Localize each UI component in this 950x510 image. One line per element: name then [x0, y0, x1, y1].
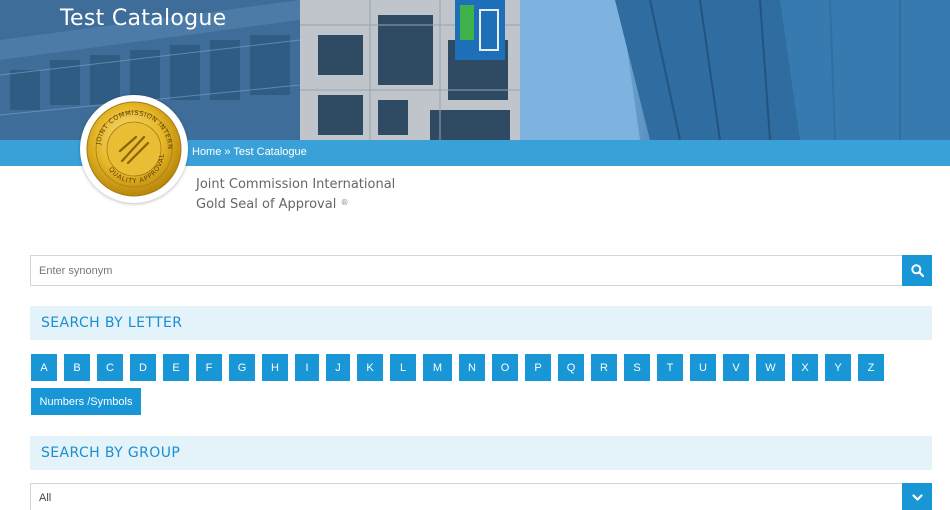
- letter-button-b[interactable]: B: [64, 354, 90, 381]
- search-icon: [910, 264, 924, 277]
- letter-button-x[interactable]: X: [792, 354, 818, 381]
- letter-button-m[interactable]: M: [423, 354, 452, 381]
- accreditation-text: Joint Commission International Gold Seal…: [196, 175, 395, 215]
- letter-button-s[interactable]: S: [624, 354, 650, 381]
- letter-button-o[interactable]: O: [492, 354, 518, 381]
- letter-button-l[interactable]: L: [390, 354, 416, 381]
- jci-seal: JOINT COMMISSION INTERNATIONAL QUALITY A…: [80, 95, 188, 203]
- accreditation-line2-text: Gold Seal of Approval: [196, 197, 337, 212]
- breadcrumb-current: Test Catalogue: [233, 146, 307, 158]
- search-by-letter-heading: SEARCH BY LETTER: [30, 306, 932, 340]
- breadcrumb-separator: »: [224, 146, 231, 158]
- breadcrumb-home-link[interactable]: Home: [192, 146, 221, 158]
- letter-button-y[interactable]: Y: [825, 354, 851, 381]
- letter-button-e[interactable]: E: [163, 354, 189, 381]
- group-select[interactable]: All: [30, 483, 932, 510]
- chevron-down-icon: [911, 494, 923, 501]
- letter-button-p[interactable]: P: [525, 354, 551, 381]
- letter-button-z[interactable]: Z: [858, 354, 884, 381]
- search-by-group-heading: SEARCH BY GROUP: [30, 436, 932, 470]
- accreditation-line1: Joint Commission International: [196, 177, 396, 192]
- letter-button-w[interactable]: W: [756, 354, 785, 381]
- page-title: Test Catalogue: [60, 6, 227, 31]
- letter-button-c[interactable]: C: [97, 354, 123, 381]
- group-select-value: All: [39, 492, 52, 504]
- letter-button-u[interactable]: U: [690, 354, 716, 381]
- search-button[interactable]: [902, 255, 932, 286]
- accreditation-line2: Gold Seal of Approval ®: [196, 195, 395, 215]
- letter-button-t[interactable]: T: [657, 354, 683, 381]
- letter-button-q[interactable]: Q: [558, 354, 584, 381]
- letter-button-f[interactable]: F: [196, 354, 222, 381]
- jci-gold-seal-icon: JOINT COMMISSION INTERNATIONAL QUALITY A…: [86, 101, 182, 197]
- letter-button-h[interactable]: H: [262, 354, 288, 381]
- group-select-toggle[interactable]: [902, 483, 932, 510]
- letter-button-i[interactable]: I: [295, 354, 319, 381]
- numbers-symbols-button[interactable]: Numbers /Symbols: [31, 388, 141, 415]
- letter-button-v[interactable]: V: [723, 354, 749, 381]
- letter-button-n[interactable]: N: [459, 354, 485, 381]
- letter-button-j[interactable]: J: [326, 354, 350, 381]
- letter-button-r[interactable]: R: [591, 354, 617, 381]
- search-by-group-title: SEARCH BY GROUP: [41, 445, 181, 461]
- letter-button-d[interactable]: D: [130, 354, 156, 381]
- breadcrumb: Home » Test Catalogue: [192, 146, 307, 158]
- letter-button-a[interactable]: A: [31, 354, 57, 381]
- synonym-search: [30, 255, 932, 286]
- letter-button-g[interactable]: G: [229, 354, 255, 381]
- search-by-letter-title: SEARCH BY LETTER: [41, 315, 183, 331]
- letter-button-k[interactable]: K: [357, 354, 383, 381]
- registered-mark: ®: [340, 198, 349, 207]
- search-input[interactable]: [31, 256, 903, 285]
